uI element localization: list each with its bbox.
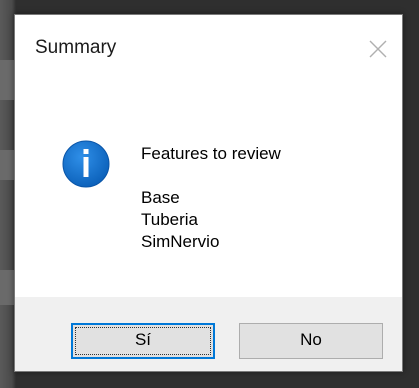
background-strip: [0, 60, 14, 100]
button-bar: Sí No: [15, 297, 402, 371]
background-strip: [0, 150, 14, 180]
title-bar: Summary: [15, 15, 402, 77]
no-button-label: No: [300, 330, 322, 349]
info-icon: [61, 139, 111, 189]
message-text: Features to review Base Tuberia SimNervi…: [141, 143, 281, 253]
yes-button-label: Sí: [134, 330, 152, 349]
summary-dialog: Summary Features to review Base Tuberia …: [14, 14, 403, 372]
message-heading: Features to review: [141, 144, 281, 163]
feature-item-tuberia: Tuberia: [141, 210, 199, 229]
yes-button[interactable]: Sí: [71, 323, 215, 359]
dialog-title: Summary: [35, 37, 117, 58]
close-icon: [369, 40, 387, 58]
feature-item-base: Base: [141, 188, 180, 207]
close-button[interactable]: [364, 35, 392, 63]
no-button[interactable]: No: [239, 323, 383, 359]
feature-item-simnervio: SimNervio: [141, 232, 220, 251]
background-strip: [0, 270, 14, 305]
dialog-content: Features to review Base Tuberia SimNervi…: [15, 77, 402, 297]
